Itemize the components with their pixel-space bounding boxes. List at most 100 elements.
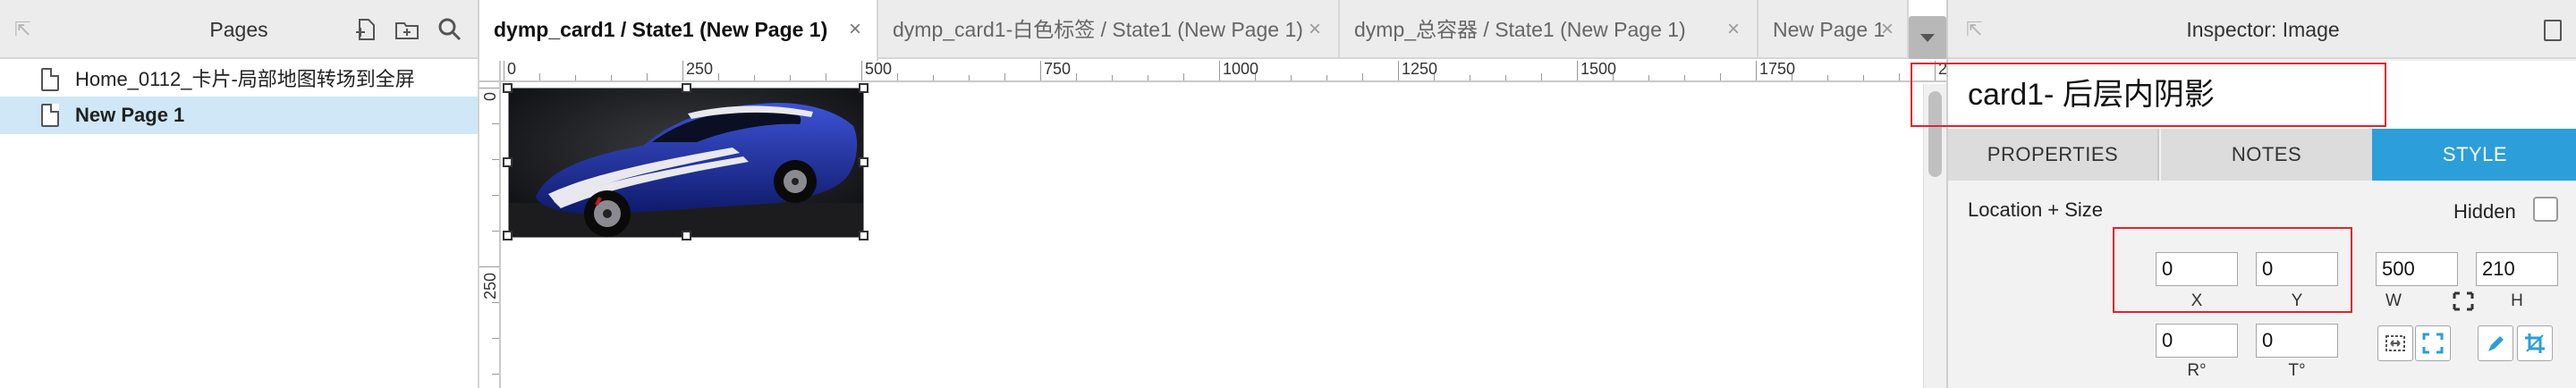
ruler-tick [1183,73,1184,80]
page-doc-icon [41,104,59,127]
rotation-field[interactable]: 0 [2156,324,2238,358]
ruler-tick [492,374,499,375]
ruler-tick [492,338,499,339]
width-field[interactable]: 500 [2376,252,2458,286]
tab-properties[interactable]: PROPERTIES [1948,129,2159,181]
chevron-down-icon [1920,34,1935,42]
tab-notes[interactable]: NOTES [2161,129,2372,181]
ruler-label: 1750 [1759,61,1796,78]
ruler-label: 0 [507,61,517,78]
ruler-tick [754,75,755,80]
inspector-title: Inspector: Image [2186,18,2340,41]
ruler-tick [647,73,648,80]
resize-handle[interactable] [503,231,513,240]
ruler-tick [1076,73,1077,80]
ruler-tick [969,75,970,80]
pages-panel: Pages ⇱ Home_0112_卡片-局部地图转场到全屏 New Page … [0,0,479,388]
page-item-label: New Page 1 [75,104,185,126]
ruler-tick [575,75,576,80]
ruler-tick [492,231,499,232]
add-page-icon[interactable] [352,16,379,43]
add-folder-icon[interactable] [394,16,420,43]
highlight-box [2113,227,2352,313]
ruler-horizontal: 025050075010001250150017502 [479,61,1946,82]
fit-image-button[interactable] [2377,325,2413,361]
ruler-label: 1500 [1580,61,1617,78]
ruler-tick [1326,75,1327,80]
ruler-tick [1684,75,1685,80]
resize-handle[interactable] [503,157,513,167]
page-item-selected[interactable]: New Page 1 [0,97,478,134]
location-size-label: Location + Size [1968,198,2104,221]
resize-handle[interactable] [859,83,869,93]
edit-image-button[interactable] [2478,325,2513,361]
search-icon[interactable] [436,16,463,43]
inspector-header: Inspector: Image ⇱ [1948,0,2576,59]
ruler-tick [1040,61,1041,80]
page-doc-icon[interactable] [2544,20,2562,41]
ruler-tick [1541,73,1542,80]
ruler-tick [1720,73,1721,80]
height-field[interactable]: 210 [2476,252,2558,286]
ruler-label: 250 [481,272,499,299]
ruler-label: 1250 [1402,61,1438,78]
ruler-vertical: 0 250 [479,61,501,388]
ruler-tick [1756,61,1757,80]
inspector-panel: Inspector: Image ⇱ card1- 后层内阴影 PROPERTI… [1946,0,2576,388]
height-caption: H [2511,291,2523,310]
ruler-tick [1577,61,1578,80]
ruler-tick [492,159,499,160]
canvas-image-widget[interactable] [508,88,864,238]
ruler-tick [1219,61,1220,80]
ruler-tick [1398,61,1399,80]
ruler-tick [492,195,499,196]
close-icon[interactable]: × [1878,0,1896,59]
tab-bar: dymp_card1 / State1 (New Page 1) × dymp_… [479,0,1909,61]
highlight-box [1911,63,2386,127]
ruler-label: 500 [865,61,893,78]
ruler-tick [1505,75,1506,80]
resize-handle[interactable] [859,157,869,167]
resize-handle[interactable] [682,83,691,93]
ruler-tick [1291,75,1292,80]
resize-handle[interactable] [682,231,691,240]
width-caption: W [2385,291,2402,310]
fit-image-icon [2385,335,2405,351]
page-item-label: Home_0112_卡片-局部地图转场到全屏 [75,68,415,90]
hidden-checkbox[interactable] [2533,197,2558,222]
lock-aspect-icon[interactable] [2453,291,2474,311]
ruler-tick [1899,73,1900,80]
resize-handle[interactable] [503,83,513,93]
ruler-label: 1000 [1223,61,1259,78]
pen-icon [2488,336,2504,351]
tab-overflow-button[interactable] [1909,16,1946,59]
resize-handle[interactable] [859,231,869,240]
tab[interactable]: New Page 1 × [1758,0,1909,59]
rotation-caption: R° [2187,361,2207,380]
ruler-label: 750 [1044,61,1072,78]
crop-image-button[interactable] [2517,325,2553,361]
tab[interactable]: dymp_总容器 / State1 (New Page 1) × [1340,0,1758,59]
close-icon[interactable]: × [1724,0,1742,59]
text-rotation-field[interactable]: 0 [2256,324,2338,358]
ruler-tick [611,75,612,80]
close-icon[interactable]: × [1306,0,1324,59]
tab-style[interactable]: STYLE [2372,129,2576,181]
tab-active[interactable]: dymp_card1 / State1 (New Page 1) × [479,0,878,61]
inspector-tabs: PROPERTIES NOTES STYLE [1948,129,2576,181]
tab[interactable]: dymp_card1-白色标签 / State1 (New Page 1) × [878,0,1340,59]
collapse-arrow-icon[interactable]: ⇱ [1966,20,1982,39]
ruler-tick [718,73,719,80]
collapse-arrow-icon[interactable]: ⇱ [14,20,34,39]
canvas-scrollbar[interactable] [1923,84,1946,388]
tab-label: dymp_总容器 / State1 (New Page 1) [1354,18,1686,41]
ruler-tick [1648,75,1649,80]
car-image [509,89,863,237]
ruler-tick [790,75,791,80]
fill-image-button[interactable] [2415,325,2451,361]
page-item[interactable]: Home_0112_卡片-局部地图转场到全屏 [0,61,478,98]
ruler-corner [479,61,501,82]
close-icon[interactable]: × [846,0,864,59]
text-rotation-caption: T° [2288,361,2306,380]
ruler-tick [539,73,540,80]
